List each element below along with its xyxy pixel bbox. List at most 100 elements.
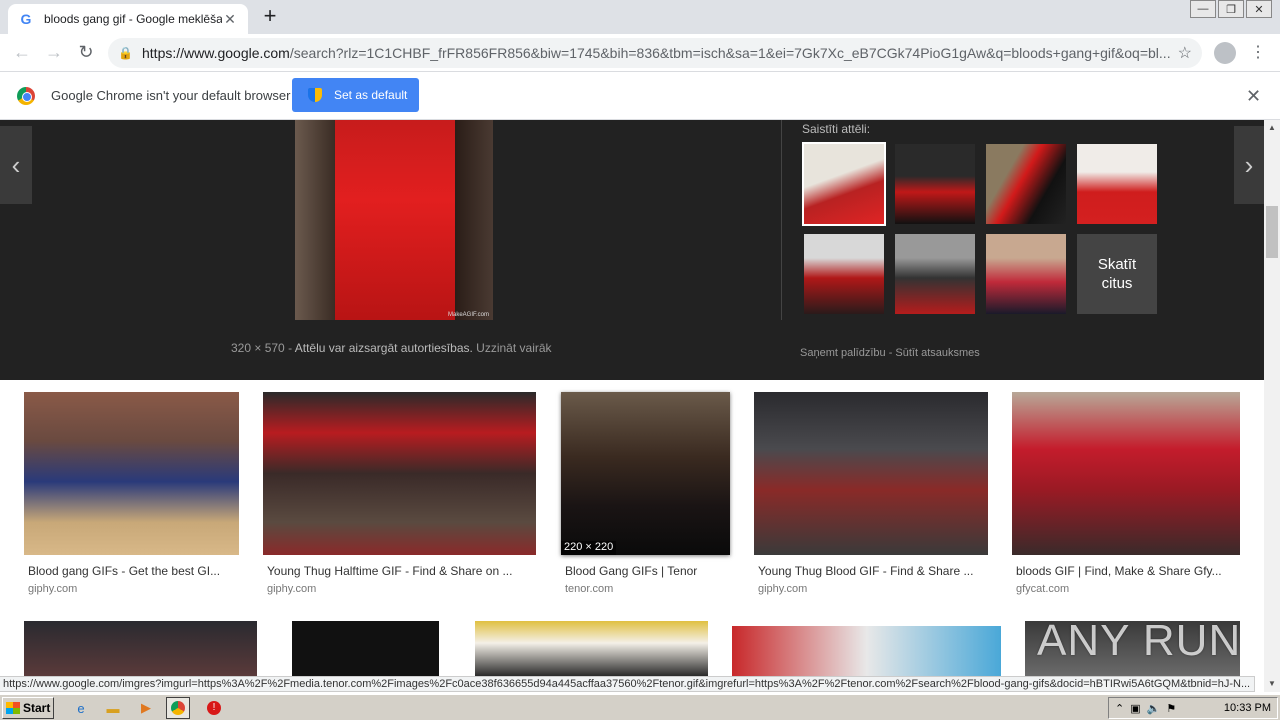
related-image[interactable] <box>895 144 975 224</box>
url-path: /search?rlz=1C1CHBF_frFR856FR856&biw=174… <box>289 45 1171 61</box>
preview-image-left-part <box>295 120 335 320</box>
related-image[interactable] <box>804 234 884 314</box>
see-more-button[interactable]: Skatīt citus <box>1077 234 1157 314</box>
help-separator: - <box>888 347 893 359</box>
reload-button[interactable]: ↻ <box>70 37 102 69</box>
help-links: Saņemt palīdzību - Sūtīt atsauksmes <box>800 347 980 359</box>
next-image-button[interactable]: › <box>1234 126 1264 204</box>
forward-button[interactable]: → <box>38 37 70 69</box>
get-help-link[interactable]: Saņemt palīdzību <box>800 347 886 359</box>
close-window-button[interactable]: ✕ <box>1246 0 1272 18</box>
window-controls: — ❐ ✕ <box>1190 0 1272 18</box>
scroll-down-arrow-icon[interactable]: ▼ <box>1264 676 1280 692</box>
result-thumbnail[interactable] <box>24 392 239 555</box>
clock[interactable]: 10:33 PM <box>1224 702 1271 714</box>
image-result[interactable]: Blood gang GIFs - Get the best GI... gip… <box>24 392 239 602</box>
browser-tab[interactable]: G bloods gang gif - Google meklēšana ✕ <box>8 4 248 34</box>
restore-button[interactable]: ❐ <box>1218 0 1244 18</box>
infobar-close-icon[interactable]: ✕ <box>1246 86 1261 107</box>
network-icon[interactable]: ▣ <box>1130 702 1140 715</box>
send-feedback-link[interactable]: Sūtīt atsauksmes <box>895 347 979 359</box>
related-image[interactable] <box>986 144 1066 224</box>
image-result[interactable]: Young Thug Halftime GIF - Find & Share o… <box>263 392 536 602</box>
result-thumbnail[interactable]: 220 × 220 <box>561 392 730 555</box>
browser-toolbar: ← → ↻ 🔒 https://www.google.com/search?rl… <box>0 34 1280 72</box>
result-thumbnail[interactable] <box>732 626 1001 676</box>
minimize-button[interactable]: — <box>1190 0 1216 18</box>
bookmark-star-icon[interactable]: ☆ <box>1178 43 1192 63</box>
scroll-up-arrow-icon[interactable]: ▲ <box>1264 120 1280 136</box>
media-player-icon[interactable]: ▶ <box>137 699 155 717</box>
image-preview-panel: ‹ MakeAGIF.com 320 × 570 - Attēlu var ai… <box>0 120 1264 380</box>
related-image[interactable] <box>802 142 886 226</box>
learn-more-link[interactable]: Uzzināt vairāk <box>476 341 551 355</box>
result-caption[interactable]: Young Thug Halftime GIF - Find & Share o… <box>267 564 536 578</box>
result-thumbnail[interactable] <box>263 392 536 555</box>
new-tab-button[interactable]: + <box>258 5 282 28</box>
result-caption[interactable]: Blood Gang GIFs | Tenor <box>565 564 730 578</box>
preview-image-right-part <box>455 120 493 320</box>
url-text[interactable]: https://www.google.com/search?rlz=1C1CHB… <box>142 45 1178 61</box>
chrome-menu-icon[interactable]: ⋮ <box>1248 42 1268 64</box>
set-as-default-button[interactable]: Set as default <box>292 78 419 112</box>
lock-icon[interactable]: 🔒 <box>118 46 133 60</box>
preview-image[interactable]: MakeAGIF.com <box>295 120 493 320</box>
copyright-notice: Attēlu var aizsargāt autortiesības. <box>294 341 473 355</box>
related-image[interactable] <box>895 234 975 314</box>
result-source[interactable]: giphy.com <box>28 583 77 595</box>
windows-taskbar: Start e ▬ ▶ ! ⌃ ▣ 🔈 ⚑ 10:33 PM <box>0 694 1280 720</box>
image-result[interactable]: Young Thug Blood GIF - Find & Share ... … <box>754 392 988 602</box>
result-source[interactable]: tenor.com <box>565 583 613 595</box>
folder-icon[interactable]: ▬ <box>104 699 122 717</box>
chrome-taskbar-icon[interactable] <box>166 697 190 719</box>
result-source[interactable]: giphy.com <box>267 583 316 595</box>
result-thumbnail[interactable] <box>24 621 257 676</box>
image-dimensions-badge: 220 × 220 <box>561 541 617 555</box>
tab-close-icon[interactable]: ✕ <box>222 11 238 27</box>
result-thumbnail[interactable] <box>292 621 439 676</box>
image-watermark: MakeAGIF.com <box>447 312 489 318</box>
result-caption[interactable]: Blood gang GIFs - Get the best GI... <box>28 564 239 578</box>
profile-avatar[interactable] <box>1214 42 1236 64</box>
chrome-logo-icon <box>17 87 35 105</box>
image-result[interactable]: 220 × 220 Blood Gang GIFs | Tenor tenor.… <box>561 392 730 602</box>
infobar-message: Google Chrome isn't your default browser <box>51 88 291 103</box>
tab-strip: G bloods gang gif - Google meklēšana ✕ +… <box>0 0 1280 34</box>
start-label: Start <box>23 701 51 715</box>
page-scrollbar[interactable]: ▲ ▼ <box>1264 120 1280 692</box>
internet-explorer-icon[interactable]: e <box>72 699 90 717</box>
volume-icon[interactable]: 🔈 <box>1147 702 1161 715</box>
set-as-default-label: Set as default <box>334 88 408 102</box>
meta-separator: - <box>288 341 293 355</box>
related-images-label: Saistīti attēli: <box>802 122 871 136</box>
flag-icon[interactable]: ⚑ <box>1166 702 1176 715</box>
default-browser-infobar: Google Chrome isn't your default browser… <box>0 72 1280 120</box>
url-domain: https://www.google.com <box>142 45 290 61</box>
result-caption[interactable]: Young Thug Blood GIF - Find & Share ... <box>758 564 988 578</box>
result-thumbnail[interactable] <box>754 392 988 555</box>
tray-expand-icon[interactable]: ⌃ <box>1115 702 1124 715</box>
start-button[interactable]: Start <box>2 697 54 719</box>
result-thumbnail[interactable] <box>1012 392 1240 555</box>
image-dimensions: 320 × 570 <box>231 341 285 355</box>
related-image[interactable] <box>986 234 1066 314</box>
anyrun-watermark: ANY RUN <box>1037 616 1242 665</box>
shield-icon <box>308 88 322 102</box>
previous-image-button[interactable]: ‹ <box>0 126 32 204</box>
scrollbar-thumb[interactable] <box>1266 206 1278 258</box>
tab-title: bloods gang gif - Google meklēšana <box>44 12 222 26</box>
stop-sign-icon[interactable]: ! <box>205 699 223 717</box>
system-tray: ⌃ ▣ 🔈 ⚑ 10:33 PM <box>1108 697 1278 719</box>
address-bar[interactable]: 🔒 https://www.google.com/search?rlz=1C1C… <box>108 38 1202 68</box>
image-result[interactable]: bloods GIF | Find, Make & Share Gfy... g… <box>1012 392 1240 602</box>
result-caption[interactable]: bloods GIF | Find, Make & Share Gfy... <box>1016 564 1240 578</box>
result-source[interactable]: giphy.com <box>758 583 807 595</box>
result-thumbnail[interactable] <box>475 621 708 676</box>
back-button[interactable]: ← <box>6 37 38 69</box>
windows-logo-icon <box>6 702 20 714</box>
result-source[interactable]: gfycat.com <box>1016 583 1069 595</box>
panel-divider <box>781 120 782 320</box>
google-favicon-icon: G <box>20 11 32 27</box>
related-image[interactable] <box>1077 144 1157 224</box>
image-meta: 320 × 570 - Attēlu var aizsargāt autorti… <box>231 341 552 355</box>
